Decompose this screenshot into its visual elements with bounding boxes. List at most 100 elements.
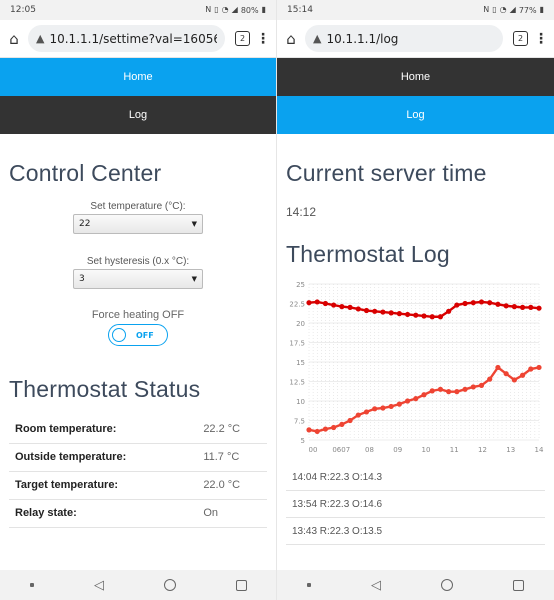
recents-icon[interactable] [513,579,524,591]
status-bar: 12:05 N ▯ ◔ ◢ 80% ▮ [0,0,276,20]
table-row: Relay state: On [9,499,267,528]
list-item: 13:43 R:22.3 O:13.5 [286,518,545,545]
left-phone-screen: 12:05 N ▯ ◔ ◢ 80% ▮ ⌂ ▲ 10.1.1.1/settime… [0,0,277,600]
room-temperature-point [495,301,501,307]
battery-percent: 80% [240,5,259,15]
log-title: Thermostat Log [286,241,450,267]
signal-icon: ◢ [231,5,238,14]
room-temperature-point [388,310,394,316]
nfc-icon: N [483,5,490,14]
thermostat-chart: 25 22.5 20 17.5 15 12.5 10 7.5 5 00 0607 08 09 10 11 12… [289,281,544,454]
force-heating-toggle[interactable]: OFF [108,324,168,346]
status-table: Room temperature: 22.2 °C Outside tempera… [9,415,267,528]
outside-temperature-point [437,386,444,392]
overflow-menu-icon[interactable]: ⋮ [256,31,270,47]
url-field[interactable]: ▲ 10.1.1.1/log [305,25,503,52]
server-time-value: 14:12 [286,205,317,219]
outside-temperature-point [380,405,386,411]
browser-address-bar: ⌂ ▲ 10.1.1.1/settime?val=16056 2 ⋮ [0,20,276,58]
warning-icon[interactable]: ▲ [36,32,44,45]
room-temperature-point [487,300,493,306]
outside-temperature-point [306,427,312,433]
tab-switcher-button[interactable]: 2 [235,31,250,46]
outside-temperature-point [446,389,452,395]
y-tick-label: 22.5 [289,301,305,309]
list-item: 13:54 R:22.3 O:14.6 [286,491,545,518]
y-tick-label: 15 [296,359,305,367]
wifi-icon: ◔ [499,5,507,14]
x-tick-label: 0607 [332,446,350,454]
outside-temperature-point [528,366,534,372]
status-time: 12:05 [10,5,36,15]
outside-temperature-point [404,398,411,404]
outside-temperature-point [413,396,419,402]
room-temperature-point [339,304,345,310]
outside-temperature-point [363,409,370,415]
x-tick-label: 08 [365,446,374,454]
room-temperature-point [478,299,485,305]
table-row: Target temperature: 22.0 °C [9,471,267,500]
outside-temperature-point [429,388,435,394]
y-tick-label: 7.5 [294,418,305,426]
nav-home-button[interactable]: Home [277,58,554,96]
room-temperature-point [396,311,402,317]
home-icon[interactable]: ⌂ [6,30,22,48]
y-tick-label: 12.5 [289,379,305,387]
hysteresis-select[interactable]: 3 ▼ [73,269,203,289]
force-heating-label: Force heating OFF [91,309,185,321]
nav-home-button[interactable]: Home [0,58,276,96]
room-temperature-point [421,313,427,319]
outside-temperature-point [322,426,329,432]
nav-log-button[interactable]: Log [277,96,554,134]
android-nav-bar: ◁ [277,570,554,600]
room-temperature-point [429,314,435,320]
room-temperature-point [372,308,378,314]
menu-dot-icon[interactable] [307,583,311,587]
outside-temperature-point [503,371,509,377]
x-tick-label: 10 [422,446,431,454]
outside-temperature-point [478,382,485,388]
status-bar: 15:14 N ▯ ◔ ◢ 77% ▮ [277,0,554,20]
recents-icon[interactable] [236,579,247,591]
nav-log-button[interactable]: Log [0,96,276,134]
home-circle-icon[interactable] [441,579,453,591]
tab-switcher-button[interactable]: 2 [513,31,528,46]
room-temperature-point [347,304,353,310]
y-tick-label: 10 [296,398,305,406]
back-icon[interactable]: ◁ [371,578,381,593]
outside-temperature-point [339,421,345,427]
room-temperature-point [363,307,370,314]
room-temperature-point [446,308,452,314]
x-tick-label: 12 [478,446,487,454]
outside-temperature-point [519,372,526,378]
menu-dot-icon[interactable] [30,583,34,587]
outside-temperature-point [372,406,378,412]
y-tick-label: 17.5 [289,340,305,348]
outside-temperature-point [421,392,427,398]
room-temperature-point [380,309,386,315]
outside-temperature-point [454,389,460,395]
outside-temperature-point [495,364,501,371]
browser-address-bar: ⌂ ▲ 10.1.1.1/log 2 ⋮ [277,20,554,58]
table-row: Room temperature: 22.2 °C [9,415,267,444]
warning-icon[interactable]: ▲ [313,32,321,45]
room-temperature-point [355,306,361,312]
status-time: 15:14 [287,5,313,15]
home-circle-icon[interactable] [164,579,176,591]
temperature-select[interactable]: 22 ▼ [73,214,203,234]
outside-temperature-point [487,376,493,382]
overflow-menu-icon[interactable]: ⋮ [534,31,548,47]
temperature-label: Set temperature (°C): [90,201,186,212]
outside-temperature-point [388,403,394,410]
battery-icon: ▮ [261,5,266,14]
log-list: 14:04 R:22.3 O:14.3 13:54 R:22.3 O:14.6 … [277,464,554,545]
table-row: Outside temperature: 11.7 °C [9,443,267,472]
room-temperature-point [528,304,534,310]
url-field[interactable]: ▲ 10.1.1.1/settime?val=16056 [28,25,225,52]
home-icon[interactable]: ⌂ [283,30,299,48]
outside-temperature-point [470,384,476,390]
list-item: 14:04 R:22.3 O:14.3 [286,464,545,491]
back-icon[interactable]: ◁ [94,578,104,593]
x-tick-label: 14 [535,446,544,454]
wifi-icon: ◔ [221,5,229,14]
